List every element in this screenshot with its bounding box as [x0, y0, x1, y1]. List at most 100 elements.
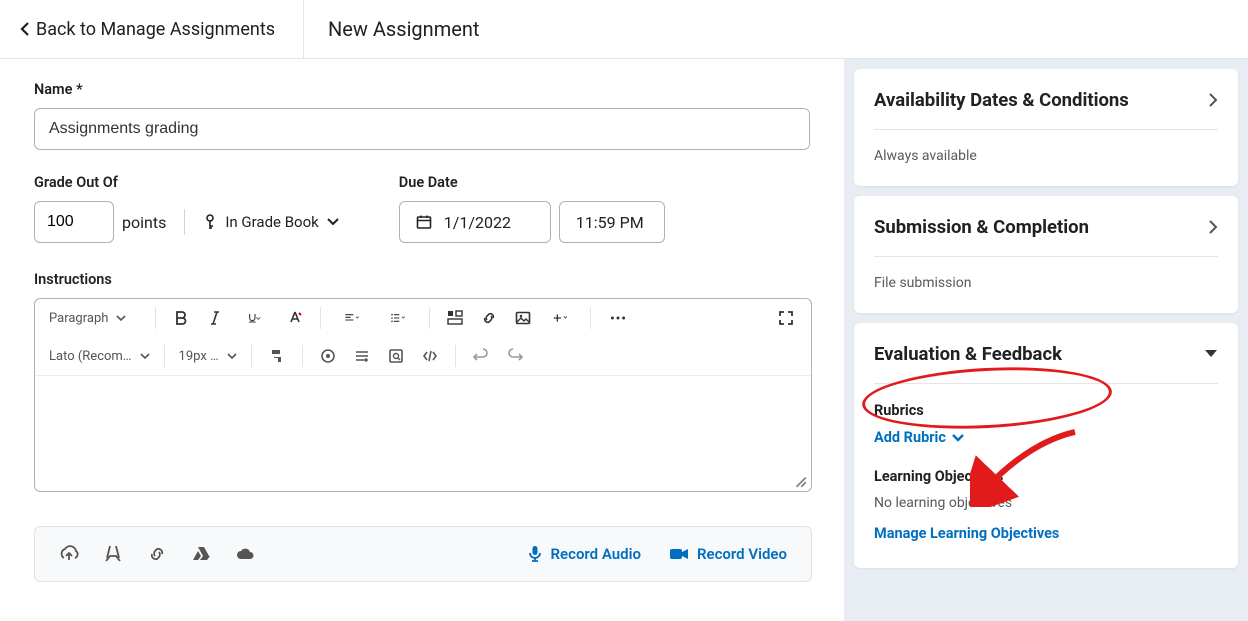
grade-book-dropdown[interactable]: In Grade Book — [203, 213, 338, 231]
font-color-button[interactable] — [280, 304, 310, 332]
font-family-dropdown[interactable]: Lato (Recom… — [45, 349, 154, 364]
italic-button[interactable] — [200, 304, 230, 332]
fullscreen-button[interactable] — [771, 304, 801, 332]
manage-learning-objectives-button[interactable]: Manage Learning Objectives — [874, 525, 1059, 542]
back-label: Back to Manage Assignments — [36, 19, 275, 40]
due-time-input[interactable]: 11:59 PM — [559, 201, 665, 243]
record-links: Record Audio Record Video — [527, 545, 787, 563]
insert-more-button[interactable] — [542, 304, 580, 332]
google-drive-icon[interactable] — [191, 544, 211, 564]
rich-text-editor: Paragraph — [34, 298, 812, 492]
grade-label: Grade Out Of — [34, 174, 339, 191]
attachment-bar: Record Audio Record Video — [34, 526, 812, 582]
more-button[interactable] — [601, 304, 635, 332]
required-asterisk: * — [76, 81, 83, 98]
chevron-right-icon — [1208, 93, 1218, 107]
insert-stuff-button[interactable] — [440, 304, 470, 332]
image-button[interactable] — [508, 304, 538, 332]
chevron-left-icon — [20, 22, 30, 36]
instructions-label: Instructions — [34, 271, 810, 288]
upload-icon[interactable] — [59, 544, 79, 564]
grade-inline: points In Grade Book — [34, 201, 339, 243]
word-count-button[interactable] — [347, 342, 377, 370]
accessibility-check-button[interactable] — [313, 342, 343, 370]
top-bar: Back to Manage Assignments New Assignmen… — [0, 0, 1248, 59]
manage-learning-objectives-label: Manage Learning Objectives — [874, 525, 1059, 542]
add-rubric-label: Add Rubric — [874, 429, 946, 446]
bold-button[interactable] — [166, 304, 196, 332]
editor-body[interactable] — [35, 375, 811, 491]
attach-left — [59, 544, 255, 564]
availability-status: Always available — [874, 148, 1218, 164]
learning-objectives-section: Learning Objectives No learning objectiv… — [874, 468, 1218, 542]
resize-grip-icon[interactable] — [793, 474, 807, 488]
sidebar-inner: Availability Dates & Conditions Always a… — [854, 69, 1238, 568]
link-icon[interactable] — [147, 544, 167, 564]
sidebar: Availability Dates & Conditions Always a… — [844, 59, 1248, 621]
font-size-dropdown[interactable]: 19px … — [175, 349, 241, 364]
font-size-text: 19px … — [179, 349, 219, 364]
name-label-text: Name — [34, 81, 72, 98]
separator — [251, 345, 252, 367]
chevron-right-icon — [1208, 220, 1218, 234]
format-painter-button[interactable] — [262, 342, 292, 370]
panel-availability: Availability Dates & Conditions Always a… — [854, 69, 1238, 186]
name-label: Name * — [34, 81, 810, 98]
separator — [155, 307, 156, 329]
record-audio-label: Record Audio — [551, 545, 641, 563]
grade-input[interactable] — [34, 201, 114, 243]
panel-evaluation-header[interactable]: Evaluation & Feedback — [874, 343, 1218, 384]
list-button[interactable] — [377, 304, 419, 332]
chevron-down-icon — [116, 315, 126, 322]
layout: Name * Grade Out Of points In Grade Book — [0, 59, 1248, 621]
panel-availability-header[interactable]: Availability Dates & Conditions — [874, 89, 1218, 130]
submission-status: File submission — [874, 275, 1218, 291]
onedrive-icon[interactable] — [235, 544, 255, 564]
microphone-icon — [527, 545, 543, 563]
separator — [320, 307, 321, 329]
add-rubric-button[interactable]: Add Rubric — [874, 429, 964, 446]
back-link[interactable]: Back to Manage Assignments — [0, 0, 304, 58]
redo-button[interactable] — [500, 342, 530, 370]
panel-submission: Submission & Completion File submission — [854, 196, 1238, 313]
record-audio-button[interactable]: Record Audio — [527, 545, 641, 563]
preview-button[interactable] — [381, 342, 411, 370]
source-code-button[interactable] — [415, 342, 445, 370]
due-date-text: 1/1/2022 — [444, 213, 511, 232]
grade-due-row: Grade Out Of points In Grade Book Due Da… — [34, 174, 810, 243]
chevron-down-icon — [327, 218, 339, 226]
record-video-button[interactable]: Record Video — [669, 545, 787, 563]
chevron-down-icon — [952, 434, 964, 442]
caret-down-icon — [1204, 349, 1218, 359]
quicklink-icon[interactable] — [103, 544, 123, 564]
underline-button[interactable] — [234, 304, 276, 332]
learning-objectives-status: No learning objectives — [874, 495, 1218, 511]
panel-availability-title: Availability Dates & Conditions — [874, 89, 1129, 111]
undo-button[interactable] — [466, 342, 496, 370]
separator — [302, 345, 303, 367]
separator — [164, 345, 165, 367]
due-date-input[interactable]: 1/1/2022 — [399, 201, 551, 243]
block-format-dropdown[interactable]: Paragraph — [45, 311, 145, 326]
chevron-down-icon — [140, 353, 150, 360]
due-inline: 1/1/2022 11:59 PM — [399, 201, 665, 243]
due-group: Due Date 1/1/2022 11:59 PM — [399, 174, 665, 243]
page-title: New Assignment — [304, 17, 479, 41]
due-time-text: 11:59 PM — [576, 213, 644, 232]
record-video-label: Record Video — [697, 545, 787, 563]
panel-submission-header[interactable]: Submission & Completion — [874, 216, 1218, 257]
grade-group: Grade Out Of points In Grade Book — [34, 174, 339, 243]
font-family-text: Lato (Recom… — [49, 349, 132, 364]
main-column: Name * Grade Out Of points In Grade Book — [0, 59, 844, 621]
name-input[interactable] — [34, 108, 810, 150]
rubrics-section: Rubrics Add Rubric — [874, 402, 1218, 446]
separator — [455, 345, 456, 367]
align-button[interactable] — [331, 304, 373, 332]
video-icon — [669, 547, 689, 561]
grade-book-label: In Grade Book — [225, 213, 318, 231]
points-label: points — [122, 213, 166, 232]
panel-submission-title: Submission & Completion — [874, 216, 1089, 238]
rubrics-heading: Rubrics — [874, 402, 1218, 419]
panel-evaluation: Evaluation & Feedback Rubrics Add Rubric… — [854, 323, 1238, 568]
link-button[interactable] — [474, 304, 504, 332]
